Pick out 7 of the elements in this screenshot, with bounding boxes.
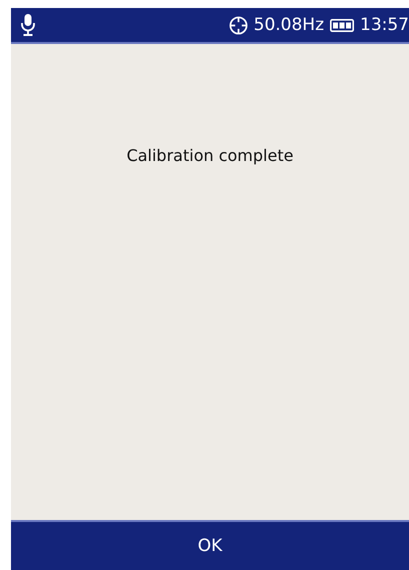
- ok-button[interactable]: OK: [11, 520, 409, 570]
- crosshair-icon: [228, 16, 248, 34]
- frequency-reading: 50.08Hz: [254, 15, 324, 35]
- battery-icon: [330, 18, 354, 32]
- status-message: Calibration complete: [126, 146, 294, 167]
- microphone-icon: [21, 14, 35, 36]
- clock-time: 13:57: [360, 15, 409, 35]
